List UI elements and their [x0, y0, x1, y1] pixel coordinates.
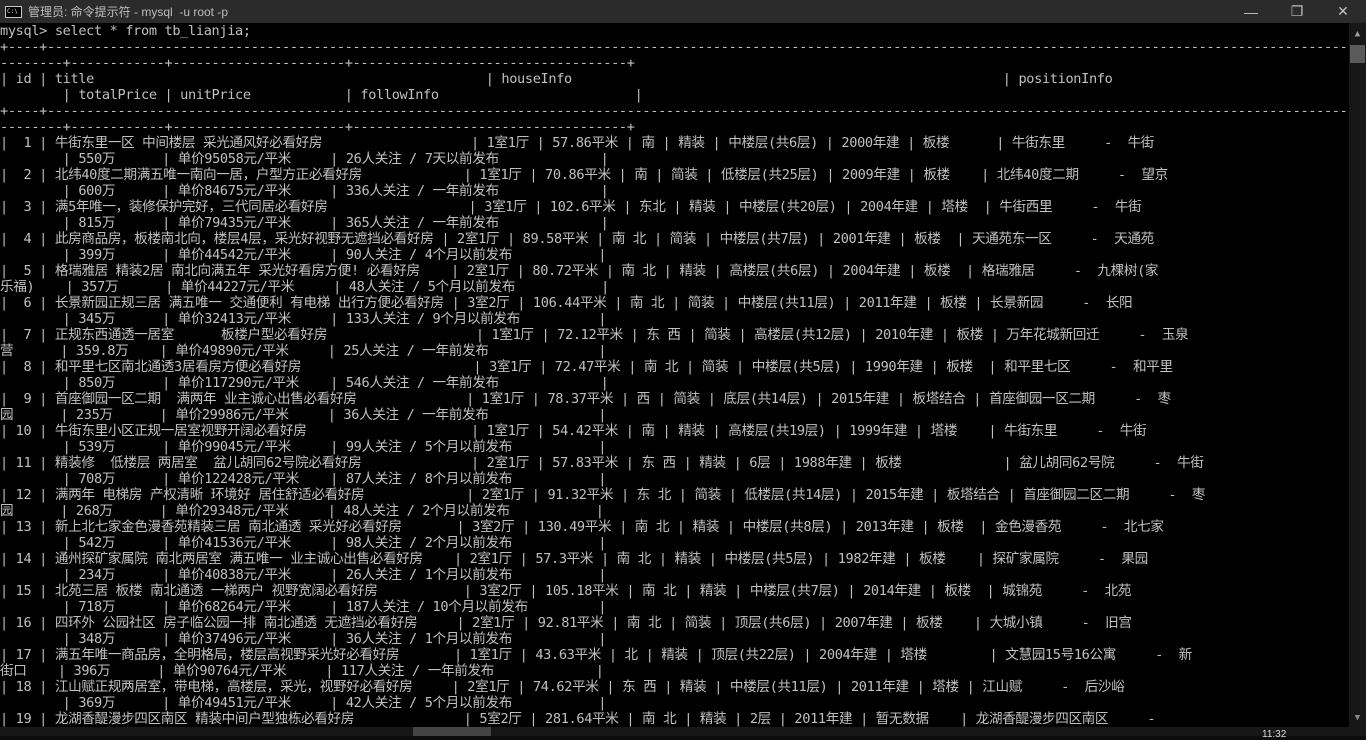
table-row: | 4 | 此房商品房，板楼南北向，楼层4层，采光好视野无遮挡必看好房 | 2室…: [0, 231, 1154, 247]
table-row: | 1 | 牛街东里一区 中间楼层 采光通风好必看好房 | 1室1厅 | 57.…: [0, 135, 1155, 151]
table-row: | 17 | 满五年唯一商品房，全明格局，楼层高视野采光好必看好房 | 1室1厅…: [0, 647, 1192, 663]
table-row: | 12 | 满两年 电梯房 产权清晰 环境好 居住舒适必看好房 | 2室1厅 …: [0, 487, 1206, 503]
scroll-down-icon[interactable]: ▼: [1349, 713, 1366, 723]
table-row: | 2 | 北纬40度二期满五唯一南向一居，户型方正必看好房 | 1室1厅 | …: [0, 167, 1168, 183]
table-row: | 6 | 长景新园正规三居 满五唯一 交通便利 有电梯 出行方便必看好房 | …: [0, 295, 1133, 311]
table-row-continuation: | 234万 | 单价40838元/平米 | 26人关注 / 1个月以前发布 |: [0, 567, 607, 583]
cmd-icon: C:\: [5, 5, 22, 18]
table-row-continuation: 乐福) | 357万 | 单价44227元/平米 | 48人关注 / 5个月以前…: [0, 279, 610, 295]
table-row-continuation: | 539万 | 单价99045元/平米 | 99人关注 / 5个月以前发布 |: [0, 439, 607, 455]
close-icon: ✕: [1337, 3, 1349, 19]
table-row: | 18 | 江山赋正规两居室，带电梯，高楼层，采光，视野好必看好房 | 2室1…: [0, 679, 1125, 695]
prompt-line: mysql> select * from tb_lianjia;: [0, 23, 251, 39]
table-row: | 15 | 北苑三居 板楼 南北通透 一梯两户 视野宽阔必看好房 | 3室2厅…: [0, 583, 1132, 599]
vertical-scroll-thumb[interactable]: [1350, 45, 1365, 63]
horizontal-scroll-thumb[interactable]: [413, 727, 491, 736]
close-button[interactable]: ✕: [1320, 0, 1366, 23]
table-row-continuation: | 550万 | 单价95058元/平米 | 26人关注 / 7天以前发布 |: [0, 151, 609, 167]
table-row-continuation: | 399万 | 单价44542元/平米 | 90人关注 / 4个月以前发布 |: [0, 247, 607, 263]
table-row-continuation: | 815万 | 单价79435元/平米 | 365人关注 / 一年前发布 |: [0, 215, 609, 231]
table-row-continuation: | 600万 | 单价84675元/平米 | 336人关注 / 一年前发布 |: [0, 183, 609, 199]
table-row-continuation: | 542万 | 单价41536元/平米 | 98人关注 / 2个月以前发布 |: [0, 535, 607, 551]
table-row: | 7 | 正规东西通透一居室 板楼户型必看好房 | 1室1厅 | 72.12平…: [0, 327, 1189, 343]
table-row-continuation: | 718万 | 单价68264元/平米 | 187人关注 / 10个月以前发布…: [0, 599, 607, 615]
table-row: | 14 | 通州探矿家属院 南北两居室 满五唯一 业主诚心出售必看好房 | 2…: [0, 551, 1148, 567]
table-row: | 5 | 格瑞雅居 精装2居 南北向满五年 采光好看房方便! 必看好房 | 2…: [0, 263, 1159, 279]
vertical-scrollbar[interactable]: ▲ ▼: [1349, 23, 1366, 727]
table-row-continuation: | 348万 | 单价37496元/平米 | 36人关注 / 1个月以前发布 |: [0, 631, 607, 647]
table-row: | 19 | 龙湖香醍漫步四区南区 精装中间户型独栋必看好房 | 5室2厅 | …: [0, 711, 1156, 727]
table-row: | 3 | 满5年唯一，装修保护完好，三代同居必看好房 | 3室1厅 | 102…: [0, 199, 1142, 215]
console-output[interactable]: mysql> select * from tb_lianjia; +----+-…: [0, 23, 1349, 727]
scroll-up-icon[interactable]: ▲: [1349, 29, 1366, 39]
table-border: --------+------------+------------------…: [0, 119, 635, 135]
window-title: 管理员: 命令提示符 - mysql -u root -p: [28, 5, 229, 19]
table-row-continuation: | 708万 | 单价122428元/平米 | 87人关注 / 8个月以前发布 …: [0, 471, 607, 487]
table-row: | 11 | 精装修 低楼层 两居室 盆儿胡同62号院必看好房 | 2室1厅 |…: [0, 455, 1204, 471]
table-border: +----+----------------------------------…: [0, 39, 1349, 55]
table-border: +----+----------------------------------…: [0, 103, 1349, 119]
table-header-line2: | totalPrice | unitPrice | followInfo |: [0, 87, 643, 103]
table-row-continuation: | 850万 | 单价117290元/平米 | 546人关注 / 一年前发布 |: [0, 375, 609, 391]
minimize-icon: —: [1244, 3, 1258, 20]
minimize-button[interactable]: —: [1228, 0, 1274, 23]
table-row: | 16 | 四环外 公园社区 房子临公园一排 南北通透 无遮挡必看好房 | 2…: [0, 615, 1132, 631]
table-row-continuation: | 369万 | 单价49451元/平米 | 42人关注 / 5个月以前发布 |: [0, 695, 607, 711]
table-row-continuation: 园 | 268万 | 单价29348元/平米 | 48人关注 / 2个月以前发布…: [0, 503, 604, 519]
table-row: | 10 | 牛街东里小区正规一居室视野开阔必看好房 | 1室1厅 | 54.4…: [0, 423, 1147, 439]
restore-icon: ❐: [1290, 3, 1304, 19]
table-row: | 8 | 和平里七区南北通透3居看房方便必看好房 | 3室1厅 | 72.47…: [0, 359, 1173, 375]
restore-button[interactable]: ❐: [1274, 0, 1320, 23]
table-row-continuation: 街口 | 396万 | 单价90764元/平米 | 117人关注 / 一年前发布…: [0, 663, 604, 679]
horizontal-scrollbar[interactable]: [0, 727, 1366, 736]
window-controls: — ❐ ✕: [1228, 0, 1366, 23]
table-row: | 13 | 新上北七家金色漫香苑精装三居 南北通透 采光好必看好房 | 3室2…: [0, 519, 1164, 535]
table-row: | 9 | 首座御园一区二期 满两年 业主诚心出售必看好房 | 1室1厅 | 7…: [0, 391, 1171, 407]
taskbar-clock: 11:32: [1262, 729, 1287, 740]
table-row-continuation: 营 | 359.8万 | 单价49890元/平米 | 25人关注 / 一年前发布…: [0, 343, 607, 359]
window-titlebar[interactable]: C:\ 管理员: 命令提示符 - mysql -u root -p — ❐ ✕: [0, 0, 1366, 23]
table-header-line1: | id | title | houseInfo | positionInfo: [0, 71, 1113, 87]
table-border: --------+------------+------------------…: [0, 55, 635, 71]
table-row-continuation: | 345万 | 单价32413元/平米 | 133人关注 / 9个月以前发布 …: [0, 311, 607, 327]
table-row-continuation: 园 | 235万 | 单价29986元/平米 | 36人关注 / 一年前发布 |: [0, 407, 607, 423]
